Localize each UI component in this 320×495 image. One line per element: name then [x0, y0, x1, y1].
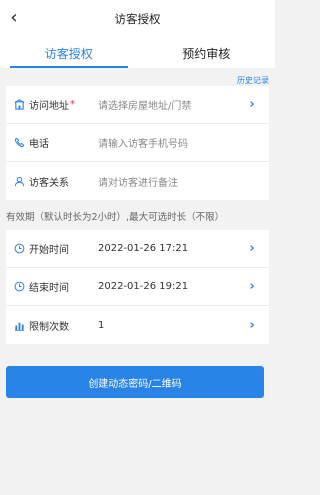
- required-mark: *: [70, 99, 75, 110]
- validity-notice: 有效期（默认时长为2小时）,最大可选时长（不限）: [6, 212, 225, 223]
- phone-icon: [14, 137, 25, 148]
- address-label: 访问地址: [29, 101, 69, 112]
- create-code-button[interactable]: 创建动态密码/二维码: [6, 366, 264, 398]
- history-row: 历史记录: [0, 68, 275, 86]
- start-time-value[interactable]: 2022-01-26 17:21: [98, 243, 247, 254]
- tab-bar: 访客授权 预约审核: [0, 38, 275, 68]
- clock-icon: [14, 281, 25, 292]
- clock-icon: [14, 243, 25, 254]
- page-title: 访客授权: [114, 12, 161, 26]
- relation-label-group: 访客关系: [14, 174, 98, 189]
- limit-count-label: 限制次数: [29, 321, 69, 333]
- end-time-label: 结束时间: [29, 283, 69, 294]
- limit-count-row[interactable]: 限制次数 1 ›: [6, 306, 269, 344]
- phone-label: 电话: [29, 139, 49, 150]
- address-label-group: 访问地址 *: [14, 97, 98, 112]
- start-time-row[interactable]: 开始时间 2022-01-26 17:21 ›: [6, 230, 269, 268]
- history-link[interactable]: 历史记录: [237, 75, 269, 86]
- tab-appointment-review[interactable]: 预约审核: [138, 38, 276, 68]
- chevron-right-icon: ›: [249, 97, 255, 112]
- end-time-value[interactable]: 2022-01-26 19:21: [98, 281, 247, 292]
- start-time-label-group: 开始时间: [14, 241, 98, 256]
- header-bar: ‹ 访客授权: [0, 0, 275, 38]
- visitor-form-card: 访问地址 * 请选择房屋地址/门禁 › 电话 请输入访客手机号码 访客关系 请对访…: [6, 86, 269, 200]
- limit-count-value[interactable]: 1: [98, 320, 247, 331]
- end-time-label-group: 结束时间: [14, 279, 98, 294]
- address-row[interactable]: 访问地址 * 请选择房屋地址/门禁 ›: [6, 86, 269, 124]
- phone-row[interactable]: 电话 请输入访客手机号码: [6, 124, 269, 162]
- phone-input[interactable]: 请输入访客手机号码: [98, 135, 257, 150]
- chevron-right-icon: ›: [249, 279, 255, 294]
- relation-row[interactable]: 访客关系 请对访客进行备注: [6, 162, 269, 200]
- time-form-card: 开始时间 2022-01-26 17:21 › 结束时间 2022-01-26 …: [6, 230, 269, 344]
- phone-label-group: 电话: [14, 135, 98, 150]
- chevron-right-icon: ›: [249, 317, 255, 333]
- back-chevron-icon[interactable]: ‹: [6, 8, 22, 28]
- building-icon: [14, 99, 25, 110]
- tab-visitor-auth[interactable]: 访客授权: [0, 38, 138, 68]
- end-time-row[interactable]: 结束时间 2022-01-26 19:21 ›: [6, 268, 269, 306]
- relation-input[interactable]: 请对访客进行备注: [98, 174, 257, 189]
- start-time-label: 开始时间: [29, 245, 69, 256]
- relation-label: 访客关系: [29, 177, 69, 189]
- address-select[interactable]: 请选择房屋地址/门禁: [98, 97, 247, 112]
- limit-count-label-group: 限制次数: [14, 318, 98, 333]
- person-icon: [14, 176, 25, 187]
- bar-chart-icon: [14, 320, 25, 331]
- chevron-right-icon: ›: [249, 241, 255, 256]
